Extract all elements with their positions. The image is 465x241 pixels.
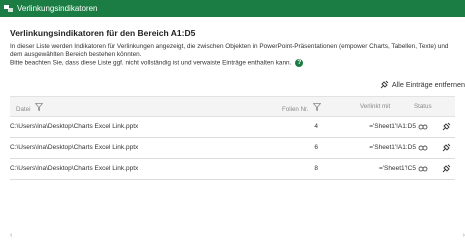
window-titlebar: Verlinkungsindikatoren bbox=[0, 0, 465, 17]
table-row[interactable]: C:\Users\Ina\Desktop\Charts Excel Link.p… bbox=[10, 117, 455, 138]
app-icon bbox=[4, 4, 13, 13]
table-row[interactable]: C:\Users\Ina\Desktop\Charts Excel Link.p… bbox=[10, 159, 455, 180]
page-title: Verlinkungsindikatoren für den Bereich A… bbox=[10, 28, 196, 38]
description-line-3: Bitte beachten Sie, dass diese Liste ggf… bbox=[10, 59, 460, 68]
filter-icon[interactable] bbox=[35, 103, 44, 111]
slide-header-label: Folien Nr. bbox=[282, 106, 309, 113]
slide-cell: 4 bbox=[314, 123, 318, 130]
file-cell: C:\Users\Ina\Desktop\Charts Excel Link.p… bbox=[10, 165, 139, 172]
slide-column-header[interactable]: Folien Nr. bbox=[282, 103, 322, 113]
file-cell: C:\Users\Ina\Desktop\Charts Excel Link.p… bbox=[10, 123, 139, 130]
status-column-header: Status bbox=[414, 103, 432, 110]
table-header: Datei Folien Nr. Verlinkt mit Status bbox=[10, 96, 455, 117]
unlink-icon[interactable] bbox=[442, 164, 451, 175]
file-column-header[interactable]: Datei bbox=[16, 103, 44, 113]
description-line-2: dem ausgewählten Bereich bestehen könnte… bbox=[10, 51, 142, 58]
unlink-icon bbox=[380, 80, 389, 89]
horizontal-scrollbar[interactable]: ‹ › bbox=[10, 231, 465, 241]
filter-icon[interactable] bbox=[313, 103, 322, 111]
file-cell: C:\Users\Ina\Desktop\Charts Excel Link.p… bbox=[10, 144, 139, 151]
unlink-icon[interactable] bbox=[442, 122, 451, 133]
window-title: Verlinkungsindikatoren bbox=[17, 4, 98, 13]
scroll-left-icon[interactable]: ‹ bbox=[10, 232, 12, 239]
description-line-3-text: Bitte beachten Sie, dass diese Liste ggf… bbox=[10, 59, 292, 67]
slide-cell: 6 bbox=[314, 144, 318, 151]
description: In dieser Liste werden Indikatoren für V… bbox=[10, 43, 460, 68]
dialog-content: Verlinkungsindikatoren für den Bereich A… bbox=[10, 17, 465, 241]
link-icon bbox=[418, 145, 428, 153]
remove-all-label: Alle Einträge entfernen bbox=[391, 80, 465, 89]
unlink-icon[interactable] bbox=[442, 143, 451, 154]
remove-all-button[interactable]: Alle Einträge entfernen bbox=[380, 80, 465, 89]
link-icon bbox=[418, 124, 428, 132]
linked-cell: ='Sheet1'!A1:D5 bbox=[369, 144, 416, 151]
description-line-1: In dieser Liste werden Indikatoren für V… bbox=[10, 43, 449, 50]
help-icon[interactable]: ? bbox=[295, 59, 304, 67]
table-row[interactable]: C:\Users\Ina\Desktop\Charts Excel Link.p… bbox=[10, 138, 455, 159]
file-header-label: Datei bbox=[16, 106, 31, 113]
linked-column-header: Verlinkt mit bbox=[360, 103, 391, 110]
links-table: Datei Folien Nr. Verlinkt mit Status C:\… bbox=[10, 96, 455, 180]
linked-cell: ='Sheet1'!A1:D5 bbox=[369, 123, 416, 130]
linked-cell: ='Sheet1'!C5 bbox=[379, 165, 416, 172]
link-icon bbox=[418, 166, 428, 174]
slide-cell: 8 bbox=[314, 165, 318, 172]
